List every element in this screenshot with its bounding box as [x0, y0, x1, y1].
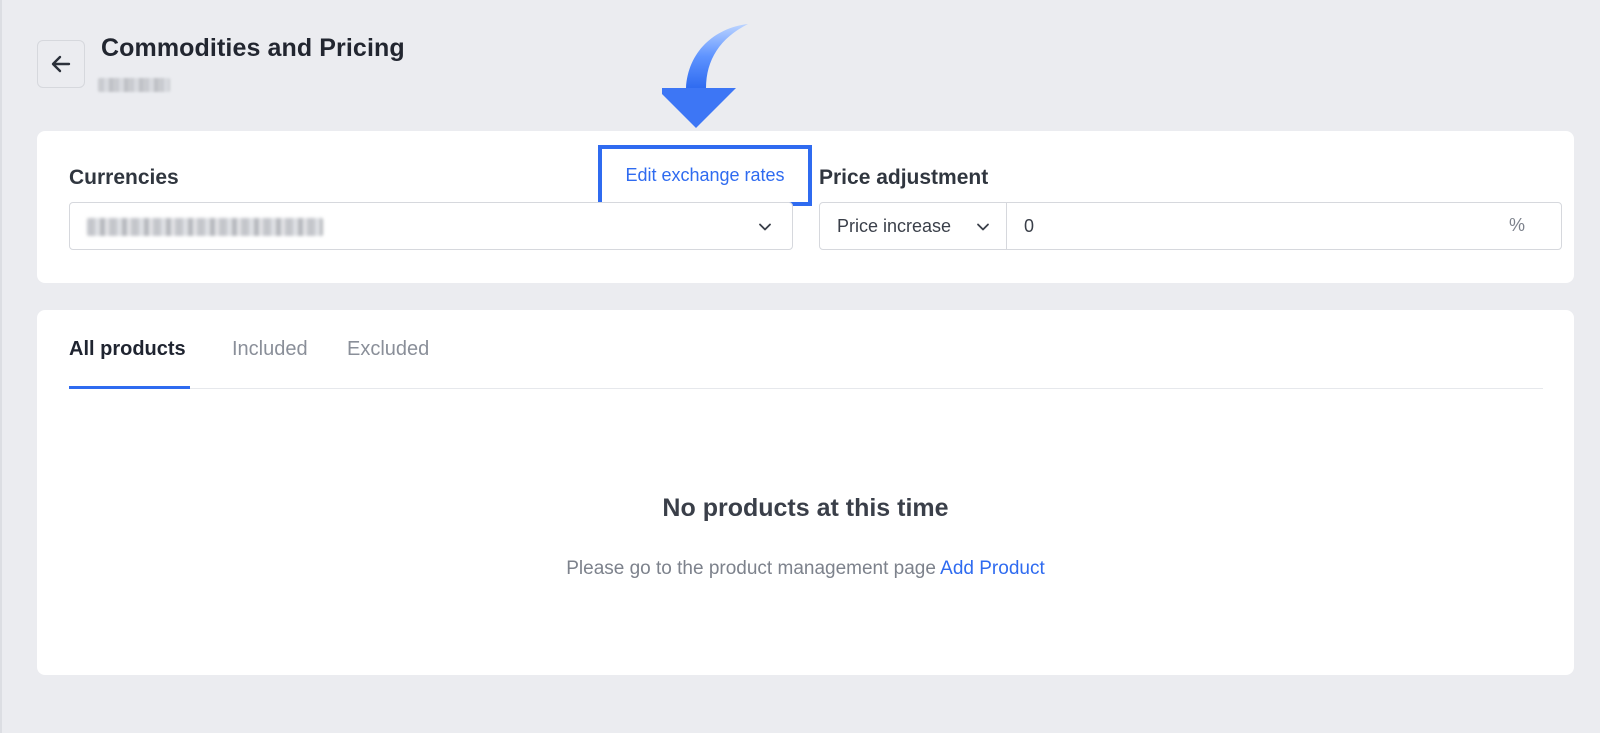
chevron-down-icon [977, 223, 989, 231]
percent-suffix: % [1509, 215, 1526, 235]
back-button[interactable] [37, 40, 85, 88]
page-subtitle-redacted [98, 78, 170, 92]
tab-all-products[interactable]: All products [69, 338, 186, 361]
tab-included[interactable]: Included [232, 338, 308, 361]
page: Commodities and Pricing Currencies Edit … [0, 0, 1600, 733]
page-title: Commodities and Pricing [101, 34, 405, 62]
edit-exchange-rates-label: Edit exchange rates [625, 165, 785, 185]
edit-exchange-rates-link[interactable]: Edit exchange rates [598, 145, 812, 206]
active-tab-indicator [69, 386, 190, 389]
adjustment-type-select[interactable]: Price increase [819, 202, 1007, 250]
products-card: All products Included Excluded No produc… [37, 310, 1574, 675]
adjustment-value-input[interactable] [1006, 202, 1562, 250]
currency-select[interactable] [69, 202, 793, 250]
product-tabs: All products Included Excluded [69, 310, 1543, 389]
empty-state-hint: Please go to the product management page… [37, 558, 1574, 580]
chevron-down-icon [759, 223, 771, 231]
currencies-label: Currencies [69, 166, 179, 189]
price-adjustment-label: Price adjustment [819, 166, 989, 189]
currency-settings-card: Currencies Edit exchange rates Price adj… [37, 131, 1574, 283]
arrow-left-icon [51, 55, 71, 73]
currency-value-redacted [87, 218, 323, 236]
empty-state-title: No products at this time [662, 494, 949, 522]
tab-excluded[interactable]: Excluded [347, 338, 429, 361]
add-product-link[interactable]: Add Product [940, 558, 1045, 579]
empty-state-hint-text: Please go to the product management page [566, 558, 936, 579]
annotation-arrow-icon [662, 24, 748, 128]
adjustment-type-value: Price increase [837, 216, 952, 236]
